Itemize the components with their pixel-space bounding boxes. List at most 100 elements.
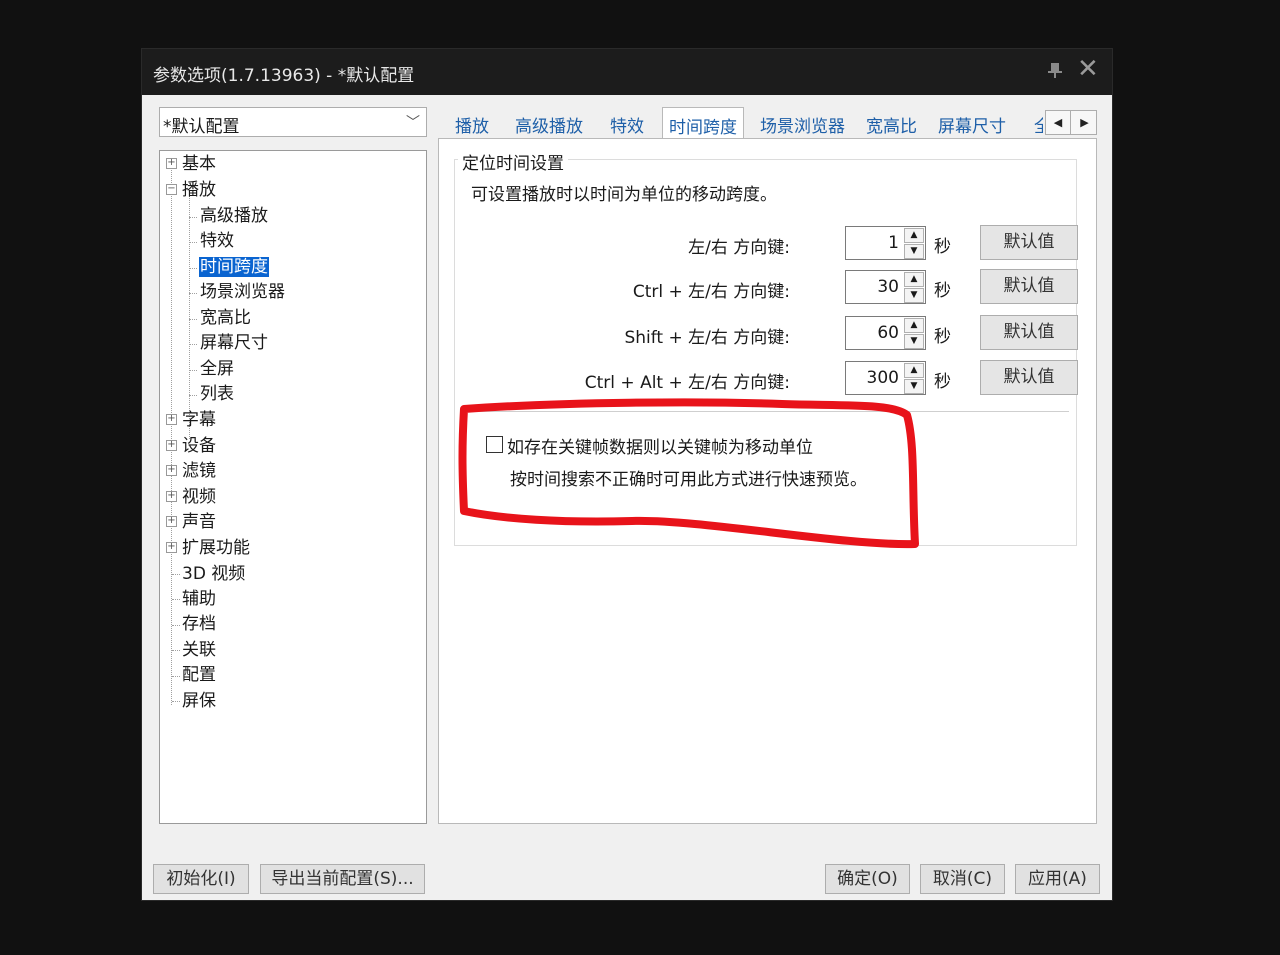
close-icon[interactable]: ✕ (1077, 54, 1099, 84)
seek-row-ctrl-alt-arrow: Ctrl + Alt + 左/右 方向键: 300 ▲ ▼ 秒 默认值 (455, 360, 1078, 395)
tree-connector (189, 395, 197, 396)
tab-fullscreen[interactable]: 全 (1034, 112, 1043, 140)
tab-time-span[interactable]: 时间跨度 (662, 107, 744, 139)
apply-button[interactable]: 应用(A) (1015, 864, 1100, 894)
tree-item-extensions[interactable]: + 扩展功能 (166, 536, 250, 560)
expand-icon[interactable]: + (166, 414, 177, 425)
seek-row-label: 左/右 方向键: (688, 238, 790, 258)
spin-down-icon[interactable]: ▼ (904, 379, 924, 394)
tree-item-label: 关联 (182, 640, 216, 660)
initialize-button[interactable]: 初始化(I) (153, 864, 249, 894)
tree-connector (189, 370, 197, 371)
spin-up-icon[interactable]: ▲ (904, 228, 924, 243)
tree-connector (172, 676, 180, 677)
default-value-button[interactable]: 默认值 (980, 269, 1078, 304)
tree-item-playlist[interactable]: 列表 (200, 382, 234, 406)
profile-select[interactable]: *默认配置 ﹀ (159, 107, 427, 137)
seek-unit: 秒 (934, 281, 951, 301)
tree-item-basic[interactable]: + 基本 (166, 152, 216, 176)
tree-item-screen-size[interactable]: 屏幕尺寸 (200, 331, 268, 355)
spin-up-icon[interactable]: ▲ (904, 363, 924, 378)
export-config-button[interactable]: 导出当前配置(S)... (260, 864, 425, 894)
tree-item-filters[interactable]: + 滤镜 (166, 459, 216, 483)
tree-item-screensaver[interactable]: 屏保 (182, 689, 216, 713)
seek-row-label: Shift + 左/右 方向键: (624, 328, 790, 348)
ok-button[interactable]: 确定(O) (825, 864, 910, 894)
expand-icon[interactable]: + (166, 440, 177, 451)
tree-item-effects[interactable]: 特效 (200, 229, 234, 253)
tree-item-audio[interactable]: + 声音 (166, 510, 216, 534)
tree-connector (172, 625, 180, 626)
tree-item-aspect-ratio[interactable]: 宽高比 (200, 306, 251, 330)
seek-time-group: 可设置播放时以时间为单位的移动跨度。 左/右 方向键: 1 ▲ ▼ 秒 默认值 … (454, 159, 1078, 546)
tree-item-label: 屏保 (182, 691, 216, 711)
tree-item-playback[interactable]: − 播放 (166, 178, 216, 202)
tree-connector (189, 319, 197, 320)
tree-item-archive[interactable]: 存档 (182, 612, 216, 636)
tree-item-label: 视频 (182, 487, 216, 507)
expand-icon[interactable]: + (166, 542, 177, 553)
tab-advanced-playback[interactable]: 高级播放 (515, 112, 583, 140)
divider (462, 411, 1069, 412)
cancel-button[interactable]: 取消(C) (920, 864, 1005, 894)
tree-connector (189, 293, 197, 294)
tab-scene-browser[interactable]: 场景浏览器 (760, 112, 845, 140)
tab-screen-size[interactable]: 屏幕尺寸 (938, 112, 1006, 140)
preferences-dialog: 参数选项(1.7.13963) - *默认配置 ✕ *默认配置 ﹀ + 基本 −… (141, 48, 1113, 901)
tree-item-3d-video[interactable]: 3D 视频 (182, 562, 245, 586)
collapse-icon[interactable]: − (166, 184, 177, 195)
expand-icon[interactable]: + (166, 491, 177, 502)
tree-item-label: 特效 (200, 231, 234, 251)
keyframe-checkbox-label[interactable]: 如存在关键帧数据则以关键帧为移动单位 (507, 433, 813, 458)
seek-spinbox[interactable]: 1 ▲ ▼ (845, 226, 926, 260)
tree-item-time-span[interactable]: 时间跨度 (199, 255, 269, 279)
tab-scroll-left-icon[interactable]: ◀ (1046, 111, 1071, 134)
tree-item-label: 字幕 (182, 410, 216, 430)
tree-item-devices[interactable]: + 设备 (166, 434, 216, 458)
seek-unit: 秒 (934, 327, 951, 347)
tab-scroll-buttons: ◀ ▶ (1045, 110, 1097, 135)
tree-item-advanced-playback[interactable]: 高级播放 (200, 204, 268, 228)
seek-spinbox-value: 60 (877, 323, 899, 343)
profile-select-value: *默认配置 (163, 117, 240, 137)
pin-icon[interactable] (1045, 60, 1065, 80)
tree-item-label: 列表 (200, 384, 234, 404)
tree-item-accessibility[interactable]: 辅助 (182, 587, 216, 611)
tree-connector (189, 193, 190, 439)
default-value-button[interactable]: 默认值 (980, 360, 1078, 395)
expand-icon[interactable]: + (166, 158, 177, 169)
spin-down-icon[interactable]: ▼ (904, 288, 924, 303)
tab-effects[interactable]: 特效 (610, 112, 644, 140)
tree-item-configuration[interactable]: 配置 (182, 663, 216, 687)
tree-item-associations[interactable]: 关联 (182, 638, 216, 662)
expand-icon[interactable]: + (166, 465, 177, 476)
spin-down-icon[interactable]: ▼ (904, 334, 924, 349)
tree-item-label: 3D 视频 (182, 564, 246, 584)
tab-playback[interactable]: 播放 (455, 112, 489, 140)
default-value-button[interactable]: 默认值 (980, 225, 1078, 260)
tab-aspect-ratio[interactable]: 宽高比 (866, 112, 917, 140)
keyframe-checkbox-hint: 按时间搜索不正确时可用此方式进行快速预览。 (510, 470, 867, 490)
tree-item-subtitles[interactable]: + 字幕 (166, 408, 216, 432)
spin-down-icon[interactable]: ▼ (904, 244, 924, 259)
tree-item-video[interactable]: + 视频 (166, 485, 216, 509)
tree-connector (172, 574, 180, 575)
expand-icon[interactable]: + (166, 516, 177, 527)
default-value-button[interactable]: 默认值 (980, 315, 1078, 350)
seek-row-label: Ctrl + Alt + 左/右 方向键: (584, 373, 790, 393)
tree-connector (189, 242, 197, 243)
keyframe-checkbox[interactable] (486, 436, 503, 453)
spin-up-icon[interactable]: ▲ (904, 318, 924, 333)
seek-spinbox[interactable]: 300 ▲ ▼ (845, 361, 926, 395)
tree-item-scene-browser[interactable]: 场景浏览器 (200, 280, 285, 304)
seek-spinbox[interactable]: 60 ▲ ▼ (845, 316, 926, 350)
seek-spinbox[interactable]: 30 ▲ ▼ (845, 270, 926, 304)
tree-connector (172, 650, 180, 651)
seek-unit: 秒 (934, 237, 951, 257)
time-span-page: 可设置播放时以时间为单位的移动跨度。 左/右 方向键: 1 ▲ ▼ 秒 默认值 … (438, 138, 1097, 824)
seek-unit: 秒 (934, 372, 951, 392)
tree-item-label: 声音 (182, 512, 216, 532)
tab-scroll-right-icon[interactable]: ▶ (1072, 111, 1097, 134)
tree-item-fullscreen[interactable]: 全屏 (200, 357, 234, 381)
spin-up-icon[interactable]: ▲ (904, 272, 924, 287)
